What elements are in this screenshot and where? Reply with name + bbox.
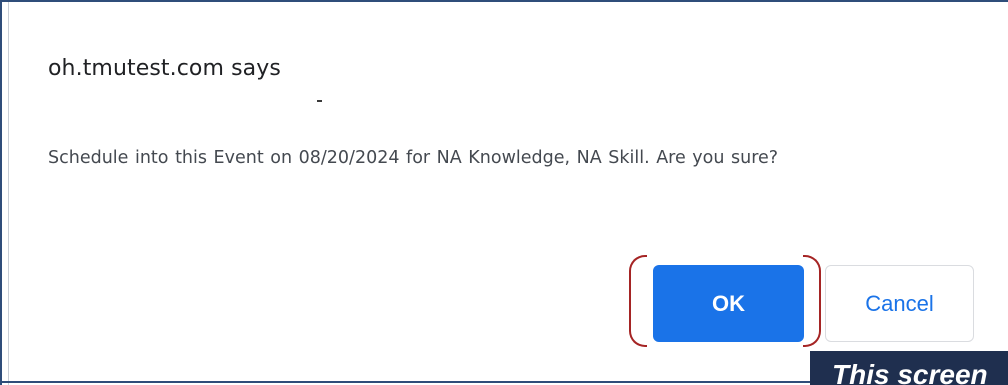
caption-text: This screen [832, 359, 988, 385]
dialog-left-edge [8, 2, 9, 385]
frame-border-bottom [0, 381, 810, 383]
cancel-button[interactable]: Cancel [825, 265, 974, 342]
ok-button[interactable]: OK [653, 265, 804, 342]
frame-border-top [0, 0, 1008, 2]
highlight-bracket-left [629, 255, 647, 347]
frame-border-left [0, 0, 2, 385]
caption-box: This screen [810, 351, 1008, 385]
dialog-message: Schedule into this Event on 08/20/2024 f… [48, 148, 779, 168]
screenshot-frame: oh.tmutest.com says Schedule into this E… [0, 0, 1008, 385]
cursor-mark [317, 100, 322, 102]
highlight-bracket-right [803, 255, 821, 347]
dialog-title: oh.tmutest.com says [48, 56, 281, 81]
